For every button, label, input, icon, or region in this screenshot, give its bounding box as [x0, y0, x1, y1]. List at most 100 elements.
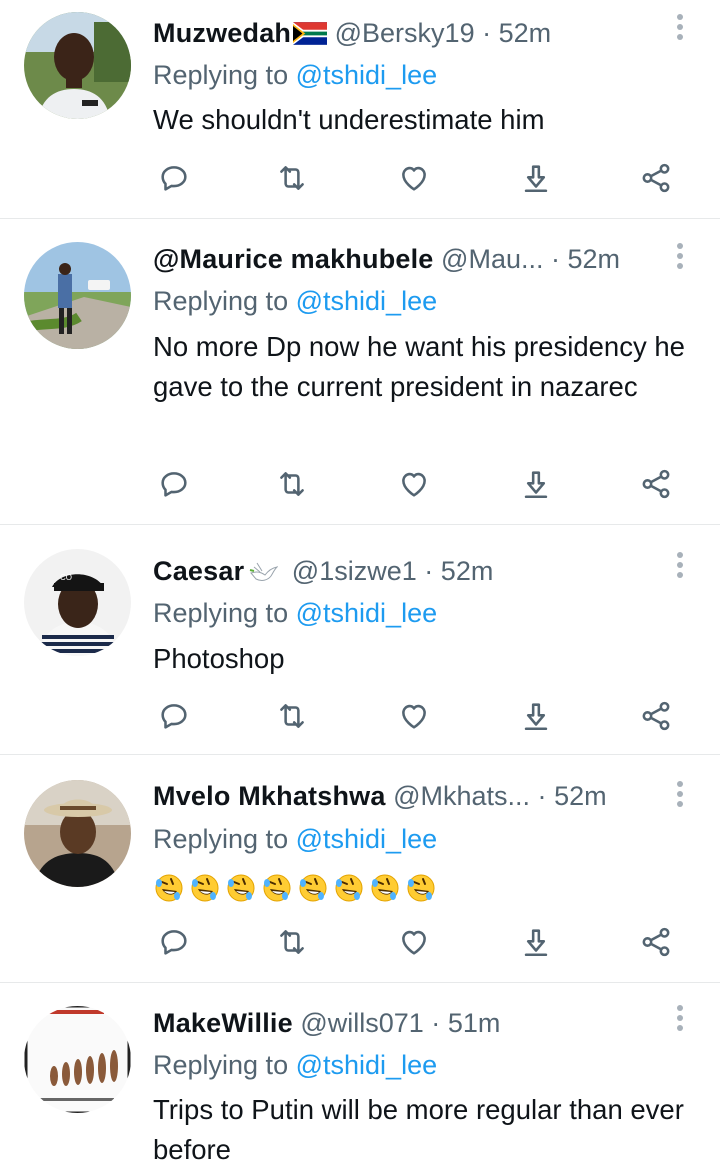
tweet-text: Photoshop [153, 643, 285, 674]
tweet-actions [0, 922, 720, 962]
timestamp[interactable]: 52m [554, 781, 607, 811]
more-options-icon[interactable] [670, 552, 690, 586]
more-options-icon[interactable] [670, 243, 690, 277]
tweet-text [153, 866, 698, 906]
share-download-icon [519, 699, 553, 733]
rofl-emoji-icon [333, 872, 365, 904]
like-button[interactable] [394, 696, 434, 736]
tweet-header: Muzwedah @Bersky19 · 52m [153, 15, 674, 51]
replying-to-label: Replying to [153, 1050, 289, 1080]
reply-button[interactable] [154, 464, 194, 504]
reply-button[interactable] [154, 158, 194, 198]
avatar[interactable] [24, 1006, 131, 1113]
like-button[interactable] [394, 158, 434, 198]
display-name[interactable]: @Maurice makhubele [153, 244, 434, 274]
retweet-button[interactable] [272, 696, 312, 736]
tweet-header: Caesar @1sizwe1 · 52m [153, 553, 674, 589]
share-download-icon [519, 925, 553, 959]
replying-to-label: Replying to [153, 824, 289, 854]
retweet-button[interactable] [272, 922, 312, 962]
more-options-icon[interactable] [670, 781, 690, 815]
user-handle[interactable]: @1sizwe1 [292, 556, 417, 586]
share-download-icon [519, 161, 553, 195]
download-button[interactable] [516, 464, 556, 504]
user-handle[interactable]: @Mau... [441, 244, 543, 274]
avatar[interactable] [24, 780, 131, 887]
tweet-header: @Maurice makhubele @Mau... · 52m [153, 241, 674, 277]
tweet-actions [0, 464, 720, 504]
replying-to-label: Replying to [153, 286, 289, 316]
display-name[interactable]: MakeWillie [153, 1008, 293, 1038]
mention-link[interactable]: @tshidi_lee [296, 60, 438, 90]
reply-icon [157, 925, 191, 959]
download-button[interactable] [516, 696, 556, 736]
rofl-emoji-icon [189, 872, 221, 904]
share-button[interactable] [636, 158, 676, 198]
retweet-button[interactable] [272, 464, 312, 504]
retweet-icon [275, 925, 309, 959]
share-button[interactable] [636, 922, 676, 962]
replying-to: Replying to @tshidi_lee [153, 1047, 437, 1083]
like-icon [397, 925, 431, 959]
reply-button[interactable] [154, 696, 194, 736]
tweet[interactable]: CO Caesar @1sizwe1 · 52m Replying to @ts… [0, 525, 720, 754]
more-options-icon[interactable] [670, 14, 690, 48]
mention-link[interactable]: @tshidi_lee [296, 824, 438, 854]
tweet-actions [0, 696, 720, 736]
rofl-emoji-icon [153, 872, 185, 904]
timestamp[interactable]: 52m [441, 556, 494, 586]
user-handle[interactable]: @wills071 [300, 1008, 423, 1038]
display-name[interactable]: Muzwedah [153, 18, 291, 48]
share-icon [639, 161, 673, 195]
tweet-text: No more Dp now he want his presidency he… [153, 331, 685, 402]
user-handle[interactable]: @Bersky19 [335, 18, 475, 48]
replying-to: Replying to @tshidi_lee [153, 57, 437, 93]
tweet-header: Mvelo Mkhatshwa @Mkhats... · 52m [153, 778, 674, 814]
retweet-icon [275, 161, 309, 195]
replying-to-label: Replying to [153, 598, 289, 628]
timestamp[interactable]: 52m [568, 244, 621, 274]
tweet[interactable]: MakeWillie @wills071 · 51m Replying to @… [0, 983, 720, 1173]
tweet[interactable]: @Maurice makhubele @Mau... · 52m Replyin… [0, 219, 720, 524]
like-icon [397, 467, 431, 501]
share-icon [639, 925, 673, 959]
mention-link[interactable]: @tshidi_lee [296, 598, 438, 628]
separator-dot: · [537, 781, 547, 811]
like-button[interactable] [394, 922, 434, 962]
timestamp[interactable]: 52m [499, 18, 552, 48]
like-icon [397, 699, 431, 733]
user-handle[interactable]: @Mkhats... [393, 781, 530, 811]
rofl-emoji-icon [261, 872, 293, 904]
reply-icon [157, 467, 191, 501]
svg-text:CO: CO [60, 573, 72, 582]
mention-link[interactable]: @tshidi_lee [296, 286, 438, 316]
separator-dot: · [482, 18, 492, 48]
download-button[interactable] [516, 922, 556, 962]
separator-dot: · [431, 1008, 441, 1038]
like-button[interactable] [394, 464, 434, 504]
avatar[interactable] [24, 12, 131, 119]
separator-dot: · [551, 244, 560, 274]
share-button[interactable] [636, 696, 676, 736]
avatar[interactable]: CO [24, 549, 131, 656]
download-button[interactable] [516, 158, 556, 198]
display-name[interactable]: Caesar [153, 556, 244, 586]
reply-button[interactable] [154, 922, 194, 962]
share-button[interactable] [636, 464, 676, 504]
timestamp[interactable]: 51m [448, 1008, 501, 1038]
display-name[interactable]: Mvelo Mkhatshwa [153, 781, 386, 811]
tweet-text: We shouldn't underestimate him [153, 104, 545, 135]
mention-link[interactable]: @tshidi_lee [296, 1050, 438, 1080]
replying-to: Replying to @tshidi_lee [153, 821, 437, 857]
retweet-button[interactable] [272, 158, 312, 198]
rofl-emoji-icon [225, 872, 257, 904]
emoji-row [153, 870, 441, 901]
south-africa-flag-icon [293, 22, 328, 45]
avatar[interactable] [24, 242, 131, 349]
share-icon [639, 467, 673, 501]
tweet[interactable]: Mvelo Mkhatshwa @Mkhats... · 52m Replyin… [0, 755, 720, 982]
tweet[interactable]: Muzwedah @Bersky19 · 52m Replying to @ts… [0, 0, 720, 218]
retweet-icon [275, 467, 309, 501]
dove-icon [250, 562, 279, 581]
more-options-icon[interactable] [670, 1005, 690, 1039]
